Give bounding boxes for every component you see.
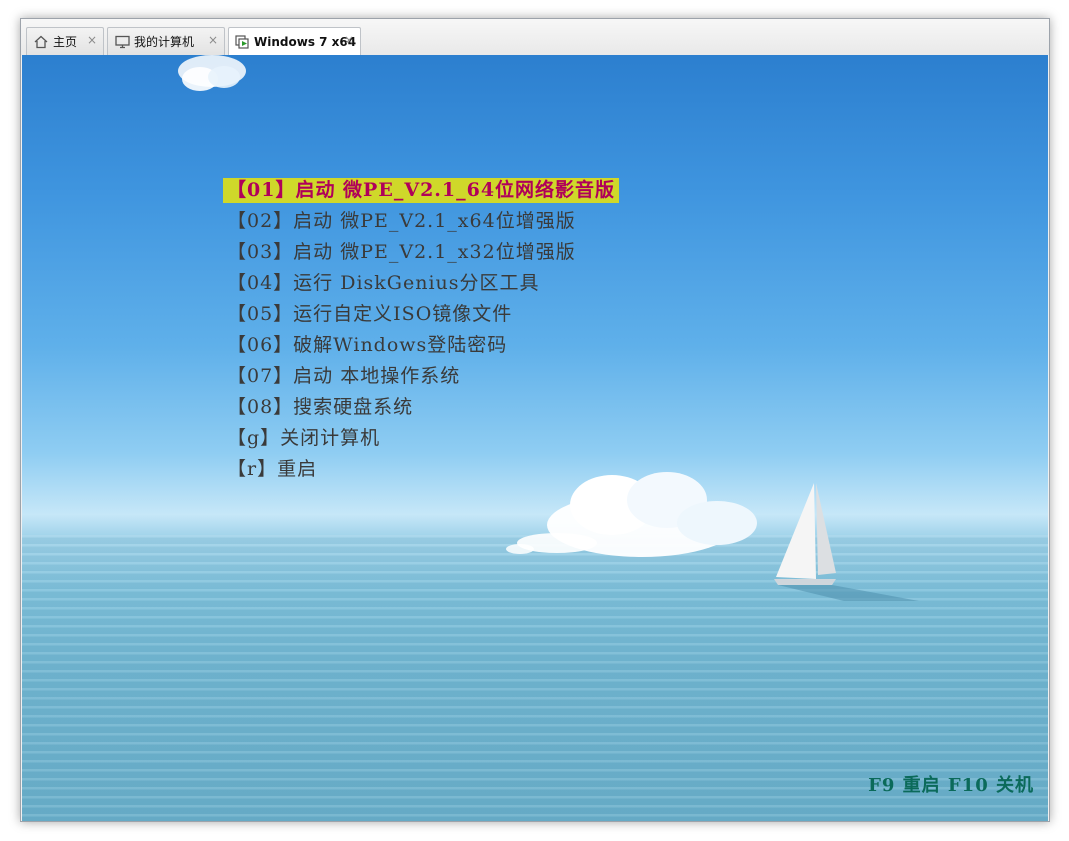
close-icon[interactable]: × (208, 33, 218, 47)
boot-menu-item[interactable]: 【02】启动 微PE_V2.1_x64位增强版 (223, 206, 619, 237)
vm-screen[interactable]: 【01】启动 微PE_V2.1_64位网络影音版 【02】启动 微PE_V2.1… (22, 55, 1048, 821)
hotkey-hint: F9 重启 F10 关机 (868, 775, 1034, 796)
tab-label: Windows 7 x64 (254, 35, 357, 49)
sailboat-image (774, 483, 919, 601)
tab-windows-7-x64[interactable]: Windows 7 x64 × (228, 27, 361, 56)
boot-menu-item[interactable]: 【03】启动 微PE_V2.1_x32位增强版 (223, 237, 619, 268)
boot-menu-item-selected[interactable]: 【01】启动 微PE_V2.1_64位网络影音版 (223, 178, 620, 203)
boot-menu-item[interactable]: 【08】搜索硬盘系统 (223, 392, 619, 423)
tab-home[interactable]: 主页 × (26, 27, 104, 55)
boot-menu-item[interactable]: 【g】关闭计算机 (223, 423, 619, 454)
home-icon (33, 34, 49, 50)
boot-menu-item[interactable]: 【04】运行 DiskGenius分区工具 (223, 268, 619, 299)
tab-bar: 主页 × 我的计算机 × Windows 7 x64 × (21, 19, 1049, 56)
boot-menu-item[interactable]: 【r】重启 (223, 454, 619, 485)
monitor-icon (114, 34, 130, 50)
tab-label: 我的计算机 (134, 35, 195, 49)
close-icon[interactable]: × (87, 33, 97, 47)
vm-window: 主页 × 我的计算机 × Windows 7 x64 × 【01】启动 微PE_… (20, 18, 1050, 822)
close-icon[interactable]: × (344, 33, 354, 47)
tab-my-computer[interactable]: 我的计算机 × (107, 27, 225, 55)
boot-menu: 【01】启动 微PE_V2.1_64位网络影音版 【02】启动 微PE_V2.1… (223, 175, 620, 485)
boot-menu-item[interactable]: 【05】运行自定义ISO镜像文件 (223, 299, 619, 330)
boot-menu-item[interactable]: 【06】破解Windows登陆密码 (223, 330, 619, 361)
vm-running-icon (235, 34, 250, 50)
tab-label: 主页 (53, 35, 78, 49)
boot-menu-item[interactable]: 【07】启动 本地操作系统 (223, 361, 619, 392)
cloud-top-image (178, 55, 246, 91)
